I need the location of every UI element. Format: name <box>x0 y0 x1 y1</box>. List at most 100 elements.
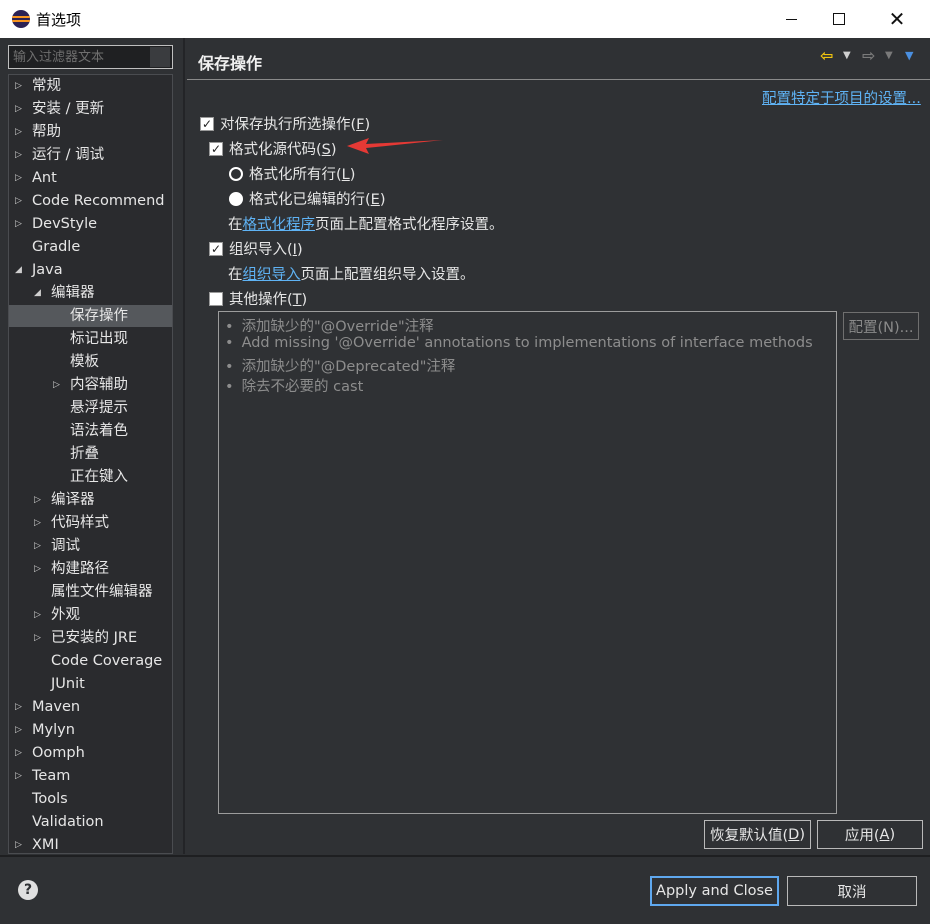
tree-item[interactable]: Gradle <box>9 236 172 258</box>
tree-item[interactable]: ▷ 调试 <box>9 535 172 557</box>
configure-button[interactable]: 配置(N)... <box>843 312 919 340</box>
format-all-lines-option[interactable]: 格式化所有行(L) <box>229 163 355 184</box>
collapsed-arrow-icon[interactable]: ▷ <box>15 167 22 189</box>
organize-imports-link[interactable]: 组织导入 <box>243 263 301 284</box>
tree-item[interactable]: Code Coverage <box>9 650 172 672</box>
tree-item-label: Code Coverage <box>51 653 163 669</box>
expanded-arrow-icon[interactable]: ◢ <box>15 259 22 281</box>
format-source-option[interactable]: ✓ 格式化源代码(S) <box>209 138 337 159</box>
minimize-button[interactable] <box>768 0 814 38</box>
tree-item-label: Team <box>32 768 71 784</box>
tree-item-label: XMI <box>32 837 59 853</box>
tree-item[interactable]: Validation <box>9 811 172 833</box>
tree-item-label: 外观 <box>51 607 80 623</box>
tree-item[interactable]: ▷ Team <box>9 765 172 787</box>
collapsed-arrow-icon[interactable]: ▷ <box>15 765 22 787</box>
close-button[interactable]: ✕ <box>874 0 920 38</box>
perform-selected-checkbox[interactable]: ✓ <box>200 116 214 131</box>
collapsed-arrow-icon[interactable]: ▷ <box>15 742 22 764</box>
list-item: • 除去不必要的 cast <box>225 379 364 395</box>
tree-item[interactable]: 属性文件编辑器 <box>9 581 172 603</box>
tree-item-label: Mylyn <box>32 722 75 738</box>
collapsed-arrow-icon[interactable]: ▷ <box>34 627 41 649</box>
collapsed-arrow-icon[interactable]: ▷ <box>15 719 22 741</box>
tree-item[interactable]: ▷ 构建路径 <box>9 558 172 580</box>
tree-item-label: 内容辅助 <box>70 377 128 393</box>
apply-button[interactable]: 应用(A) <box>817 820 923 849</box>
tree-item[interactable]: ▷ 代码样式 <box>9 512 172 534</box>
tree-scrollbar[interactable] <box>172 74 173 854</box>
tree-item[interactable]: ▷ 运行 / 调试 <box>9 144 172 166</box>
tree-item[interactable]: 标记出现 <box>9 328 172 350</box>
tree-item[interactable]: ▷ Ant <box>9 167 172 189</box>
other-actions-option[interactable]: 其他操作(T) <box>209 288 307 309</box>
forward-dropdown-icon[interactable]: ▼ <box>885 50 893 61</box>
format-source-checkbox[interactable]: ✓ <box>209 141 223 156</box>
collapsed-arrow-icon[interactable]: ▷ <box>15 75 22 97</box>
collapsed-arrow-icon[interactable]: ▷ <box>15 696 22 718</box>
expanded-arrow-icon[interactable]: ◢ <box>34 282 41 304</box>
tree-item[interactable]: ▷ DevStyle <box>9 213 172 235</box>
tree-item-label: 构建路径 <box>51 561 109 577</box>
collapsed-arrow-icon[interactable]: ▷ <box>15 144 22 166</box>
apply-and-close-button[interactable]: Apply and Close <box>650 876 779 906</box>
organize-imports-label: 组织导入(I) <box>229 242 303 258</box>
tree-item-label: 正在键入 <box>70 469 128 485</box>
tree-item-label: Validation <box>32 814 104 830</box>
tree-item[interactable]: ▷ Maven <box>9 696 172 718</box>
tree-item[interactable]: 折叠 <box>9 443 172 465</box>
collapsed-arrow-icon[interactable]: ▷ <box>34 489 41 511</box>
tree-item[interactable]: 正在键入 <box>9 466 172 488</box>
tree-item[interactable]: ▷ 安装 / 更新 <box>9 98 172 120</box>
format-edited-lines-radio[interactable] <box>229 191 243 206</box>
tree-item[interactable]: ▷ 已安装的 JRE <box>9 627 172 649</box>
formatter-link[interactable]: 格式化程序 <box>243 213 316 234</box>
tree-item[interactable]: ◢ 编辑器 <box>9 282 172 304</box>
project-specific-settings-link[interactable]: 配置特定于项目的设置... <box>762 87 921 108</box>
collapsed-arrow-icon[interactable]: ▷ <box>34 512 41 534</box>
preferences-tree[interactable]: ▷ 常规 ▷ 安装 / 更新 ▷ 帮助 ▷ 运行 / 调试 ▷ Ant ▷ Code Recommen… <box>8 74 173 854</box>
tree-item[interactable]: ▷ 帮助 <box>9 121 172 143</box>
tree-item[interactable]: 保存操作 <box>9 305 172 327</box>
collapsed-arrow-icon[interactable]: ▷ <box>53 374 60 396</box>
organize-imports-option[interactable]: ✓ 组织导入(I) <box>209 238 303 259</box>
organize-imports-checkbox[interactable]: ✓ <box>209 241 223 256</box>
collapsed-arrow-icon[interactable]: ▷ <box>34 535 41 557</box>
collapsed-arrow-icon[interactable]: ▷ <box>15 834 22 853</box>
collapsed-arrow-icon[interactable]: ▷ <box>34 604 41 626</box>
cancel-button[interactable]: 取消 <box>787 876 917 906</box>
back-arrow-icon[interactable]: ⇦ <box>820 46 833 65</box>
collapsed-arrow-icon[interactable]: ▷ <box>15 213 22 235</box>
tree-item[interactable]: Tools <box>9 788 172 810</box>
other-actions-checkbox[interactable] <box>209 291 223 306</box>
tree-item[interactable]: ▷ XMI <box>9 834 172 853</box>
tree-item[interactable]: 模板 <box>9 351 172 373</box>
forward-arrow-icon[interactable]: ⇨ <box>862 46 875 65</box>
help-icon[interactable]: ? <box>18 880 38 900</box>
tree-item[interactable]: 悬浮提示 <box>9 397 172 419</box>
collapsed-arrow-icon[interactable]: ▷ <box>15 190 22 212</box>
restore-defaults-button[interactable]: 恢复默认值(D) <box>704 820 811 849</box>
view-menu-icon[interactable]: ▼ <box>905 49 913 62</box>
tree-item[interactable]: ▷ 内容辅助 <box>9 374 172 396</box>
tree-item[interactable]: JUnit <box>9 673 172 695</box>
tree-item[interactable]: ◢ Java <box>9 259 172 281</box>
tree-item[interactable]: ▷ 编译器 <box>9 489 172 511</box>
tree-item[interactable]: ▷ 外观 <box>9 604 172 626</box>
perform-selected-actions-option[interactable]: ✓ 对保存执行所选操作(F) <box>200 113 370 134</box>
filter-input[interactable] <box>8 45 173 69</box>
tree-item[interactable]: ▷ Mylyn <box>9 719 172 741</box>
tree-item[interactable]: ▷ Code Recommend <box>9 190 172 212</box>
list-item: • Add missing '@Override' annotations to … <box>225 335 813 351</box>
collapsed-arrow-icon[interactable]: ▷ <box>15 121 22 143</box>
tree-item[interactable]: 语法着色 <box>9 420 172 442</box>
format-edited-lines-option[interactable]: 格式化已编辑的行(E) <box>229 188 386 209</box>
collapsed-arrow-icon[interactable]: ▷ <box>15 98 22 120</box>
tree-item[interactable]: ▷ 常规 <box>9 75 172 97</box>
format-all-lines-radio[interactable] <box>229 166 243 181</box>
back-dropdown-icon[interactable]: ▼ <box>843 50 851 61</box>
collapsed-arrow-icon[interactable]: ▷ <box>34 558 41 580</box>
maximize-button[interactable] <box>816 0 862 38</box>
tree-item[interactable]: ▷ Oomph <box>9 742 172 764</box>
split-divider[interactable] <box>183 38 185 854</box>
